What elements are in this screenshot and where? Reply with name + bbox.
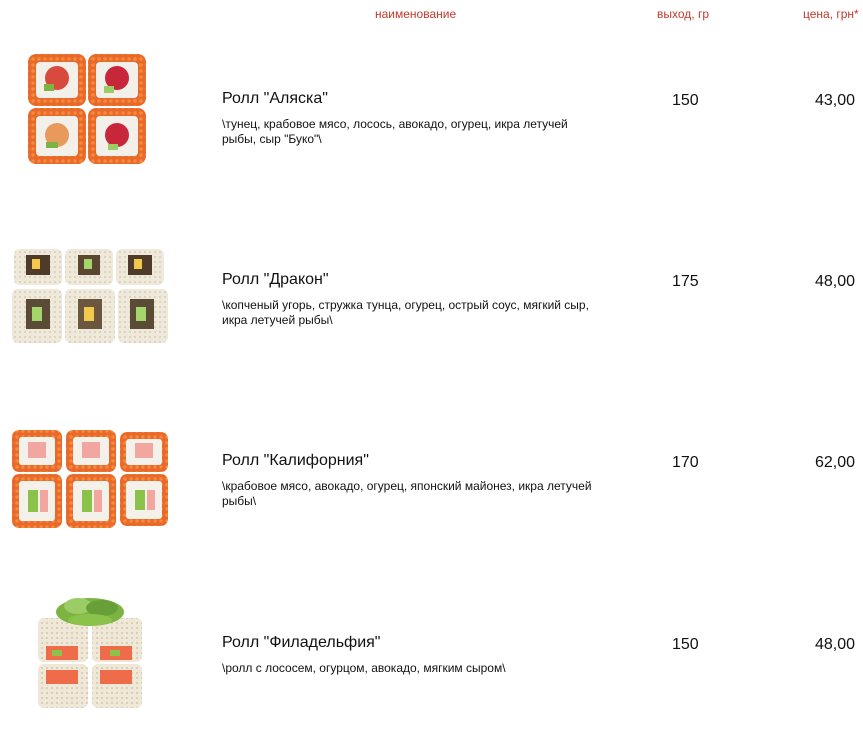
item-title: Ролл "Филадельфия" [222, 634, 381, 651]
menu-row-alaska: Ролл "Аляска" \тунец, крабовое мясо, лос… [0, 52, 863, 202]
item-price: 48,00 [814, 273, 855, 290]
column-header-name: наименование [375, 7, 457, 21]
menu-row-philadelphia: Ролл "Филадельфия" \ролл с лососем, огур… [0, 596, 863, 746]
item-price: 43,00 [814, 92, 855, 109]
sushi-roll-salad-icon [38, 598, 142, 708]
item-title: Ролл "Калифорния" [222, 452, 369, 469]
item-output: 150 [672, 636, 699, 653]
menu-row-california: Ролл "Калифорния" \крабовое мясо, авокад… [0, 414, 863, 564]
item-output: 170 [672, 454, 699, 471]
item-description: \крабовое мясо, авокадо, огурец, японски… [222, 479, 592, 508]
menu-row-dragon: Ролл "Дракон" \копченый угорь, стружка т… [0, 233, 863, 383]
item-price: 62,00 [814, 454, 855, 471]
item-price: 48,00 [814, 636, 855, 653]
item-description: \копченый угорь, стружка тунца, огурец, … [222, 298, 589, 327]
item-title: Ролл "Дракон" [222, 271, 329, 288]
sushi-roll-orange-roe-icon [28, 54, 146, 164]
column-header-output: выход, гр [657, 7, 709, 21]
sushi-roll-orange-roe-icon [12, 430, 168, 528]
item-title: Ролл "Аляска" [222, 90, 328, 107]
item-description: \тунец, крабовое мясо, лосось, авокадо, … [222, 117, 568, 146]
sushi-roll-sesame-icon [12, 249, 168, 343]
column-header-price: цена, грн* [803, 7, 859, 21]
item-description: \ролл с лососем, огурцом, авокадо, мягки… [222, 661, 506, 675]
item-output: 150 [672, 92, 699, 109]
item-output: 175 [672, 273, 699, 290]
